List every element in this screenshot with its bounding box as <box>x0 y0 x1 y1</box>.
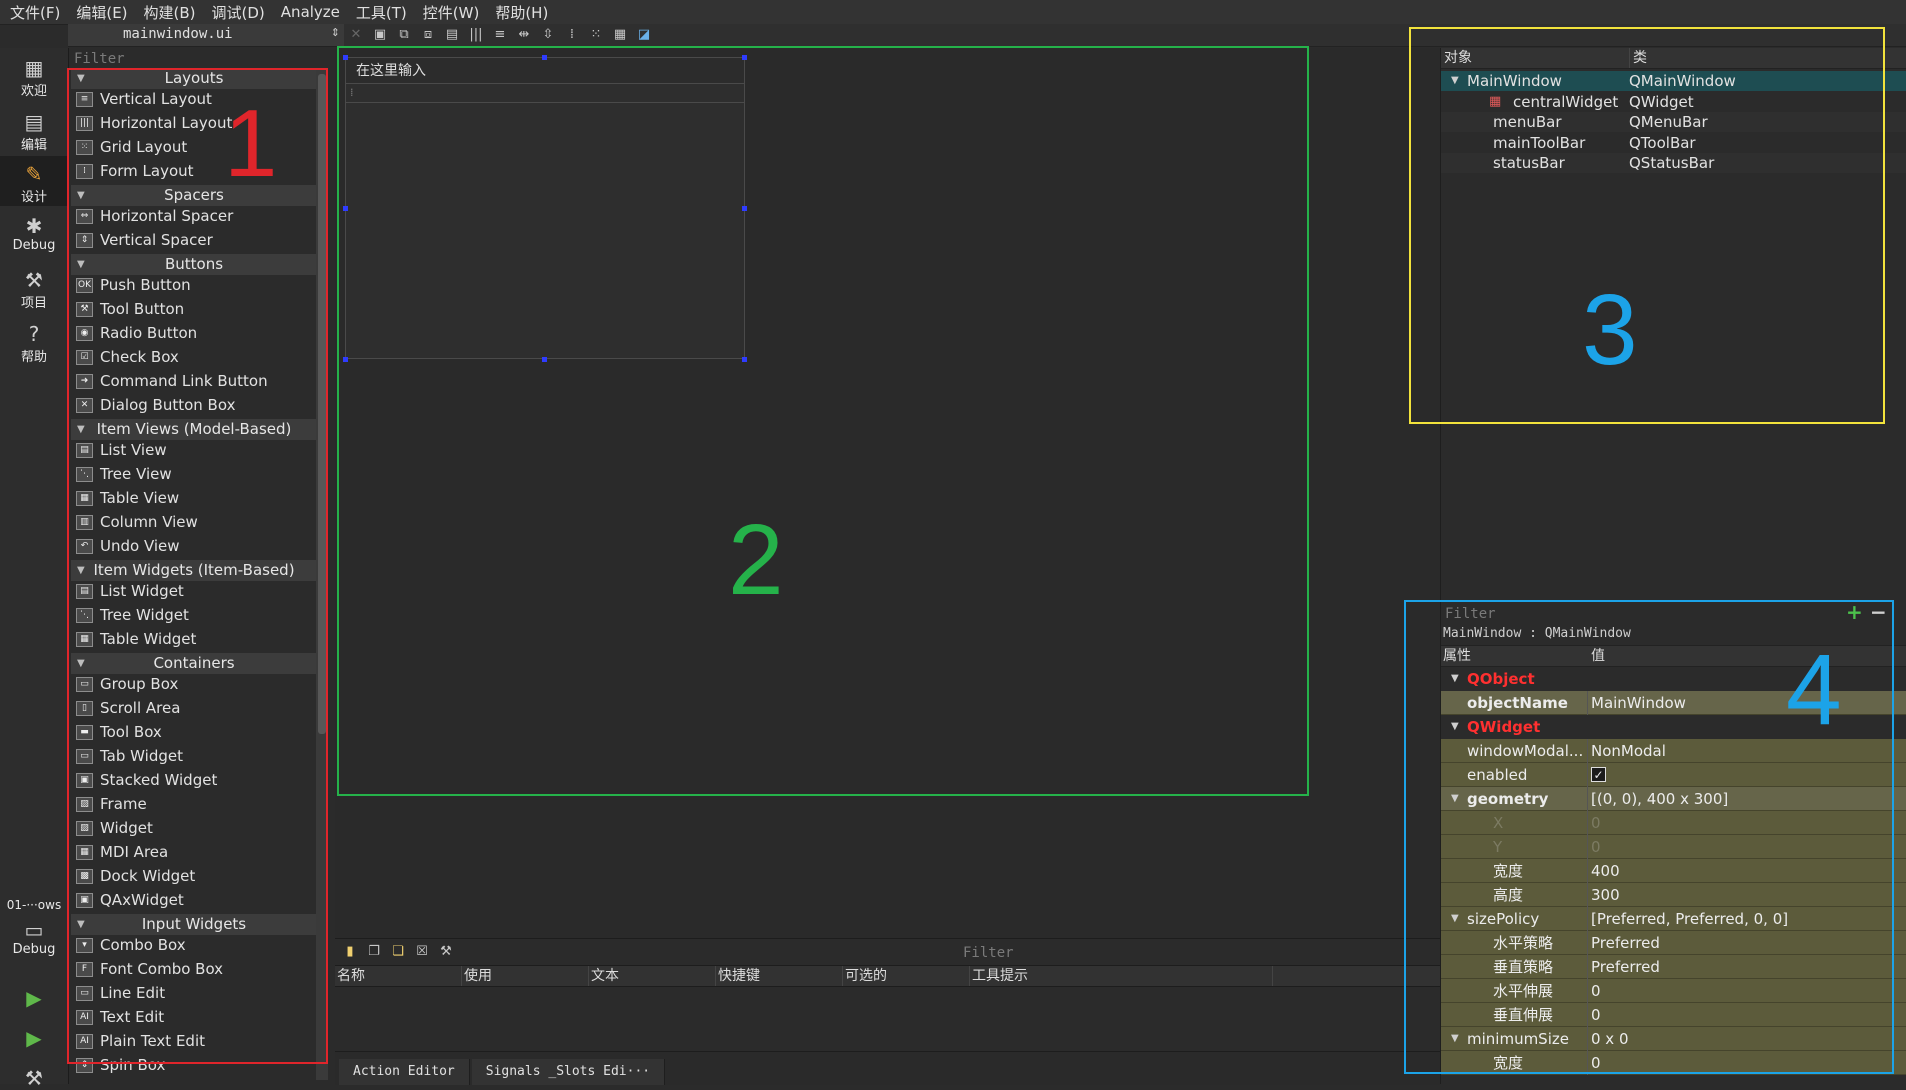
action-table-header: 名称 使用 文本 快捷键 可选的 工具提示 <box>335 965 1440 987</box>
new-action-icon[interactable]: ▮ <box>341 944 359 960</box>
menu-analyze[interactable]: Analyze <box>271 3 346 21</box>
mode-label: 项目 <box>20 296 47 311</box>
column-header[interactable]: 名称 <box>335 966 462 986</box>
mode-label: 帮助 <box>20 350 47 365</box>
debug-run-icon: ▶ <box>26 1026 42 1050</box>
kit-selector[interactable]: ▭ Debug <box>0 918 68 957</box>
menu-widgets[interactable]: 控件(W) <box>413 2 486 23</box>
edit-widgets-icon[interactable]: ▣ <box>371 27 389 43</box>
annotation-box-object-inspector <box>1409 27 1885 424</box>
splitter-horizontal-icon[interactable]: ⇹ <box>515 27 533 43</box>
document-icon: ▤ <box>24 110 44 134</box>
run-icon: ▶ <box>26 986 42 1010</box>
edit-tab-order-icon[interactable]: ▤ <box>443 27 461 43</box>
mode-label: Debug <box>12 238 56 253</box>
mode-design[interactable]: ✎ 设计 <box>0 156 68 206</box>
annotation-box-widget-box <box>67 68 328 1064</box>
configure-icon[interactable]: ⚒ <box>437 944 455 960</box>
column-header[interactable]: 工具提示 <box>970 966 1273 986</box>
annotation-number: 1 <box>224 90 278 197</box>
grid-icon: ▦ <box>24 56 44 80</box>
menu-edit[interactable]: 编辑(E) <box>66 2 133 23</box>
annotation-number: 3 <box>1582 274 1638 386</box>
bug-icon: ✱ <box>25 214 43 238</box>
mode-help[interactable]: ? 帮助 <box>0 322 68 365</box>
annotation-number: 4 <box>1786 634 1842 746</box>
monitor-icon: ▭ <box>24 918 44 942</box>
mode-label: 编辑 <box>20 138 47 153</box>
mode-debug[interactable]: ✱ Debug <box>0 214 68 253</box>
wrench-icon: ⚒ <box>25 268 43 292</box>
help-icon: ? <box>28 322 40 346</box>
layout-horizontal-icon[interactable]: ||| <box>467 27 485 43</box>
pencil-icon: ✎ <box>25 162 43 186</box>
action-filter-input[interactable]: Filter <box>963 945 1014 961</box>
menu-debug[interactable]: 调试(D) <box>202 2 271 23</box>
adjust-size-icon[interactable]: ◪ <box>635 27 653 43</box>
break-layout-icon[interactable]: ▦ <box>611 27 629 43</box>
updown-arrows-icon: ⇕ <box>330 26 340 39</box>
copy-action-icon[interactable]: ❐ <box>365 944 383 960</box>
annotation-number: 2 <box>728 504 784 616</box>
layout-grid-icon[interactable]: ⁙ <box>587 27 605 43</box>
delete-action-icon[interactable]: ☒ <box>413 944 431 960</box>
widget-filter-input[interactable]: Filter <box>74 51 125 67</box>
mode-label: 设计 <box>20 190 47 205</box>
bottom-tab-bar: Action Editor Signals _Slots Edi··· <box>335 1051 1440 1085</box>
kit-label: Debug <box>12 942 56 957</box>
tab-signals-slots-editor[interactable]: Signals _Slots Edi··· <box>471 1059 666 1085</box>
debug-run-button[interactable]: ▶ <box>0 1026 68 1050</box>
edit-signals-icon[interactable]: ⧉ <box>395 27 413 43</box>
column-header[interactable]: 文本 <box>589 966 716 986</box>
mode-welcome[interactable]: ▦ 欢迎 <box>0 56 68 99</box>
mode-edit[interactable]: ▤ 编辑 <box>0 110 68 153</box>
mode-projects[interactable]: ⚒ 项目 <box>0 268 68 311</box>
mode-sidebar: ▦ 欢迎 ▤ 编辑 ✎ 设计 ✱ Debug ⚒ 项目 ? 帮助 01-···o… <box>0 48 69 1090</box>
menu-file[interactable]: 文件(F) <box>0 2 66 23</box>
action-editor-toolbar: ▮ ❐ ❏ ☒ ⚒ <box>335 940 1440 964</box>
menu-tools[interactable]: 工具(T) <box>346 2 413 23</box>
kit-selector-label: 01-···ows <box>6 898 62 912</box>
paste-action-icon[interactable]: ❏ <box>389 944 407 960</box>
menu-help[interactable]: 帮助(H) <box>485 2 554 23</box>
tab-action-editor[interactable]: Action Editor <box>339 1059 470 1085</box>
open-file-selector[interactable]: mainwindow.ui ⇕ <box>68 24 344 47</box>
menu-bar: 文件(F) 编辑(E) 构建(B) 调试(D) Analyze 工具(T) 控件… <box>0 0 1906 25</box>
close-document-icon[interactable]: ✕ <box>347 27 365 43</box>
splitter-vertical-icon[interactable]: ⇳ <box>539 27 557 43</box>
hammer-icon: ⚒ <box>25 1066 43 1090</box>
build-button[interactable]: ⚒ <box>0 1066 68 1090</box>
annotation-box-form-canvas <box>337 46 1309 796</box>
column-header[interactable]: 快捷键 <box>716 966 843 986</box>
layout-vertical-icon[interactable]: ≡ <box>491 27 509 43</box>
column-header[interactable]: 使用 <box>462 966 589 986</box>
run-button[interactable]: ▶ <box>0 986 68 1010</box>
edit-buddies-icon[interactable]: ⧈ <box>419 27 437 43</box>
column-header[interactable]: 可选的 <box>843 966 970 986</box>
mode-label: 欢迎 <box>20 84 47 99</box>
menu-build[interactable]: 构建(B) <box>134 2 202 23</box>
layout-form-icon[interactable]: ⁞ <box>563 27 581 43</box>
open-file-name: mainwindow.ui <box>123 26 233 42</box>
